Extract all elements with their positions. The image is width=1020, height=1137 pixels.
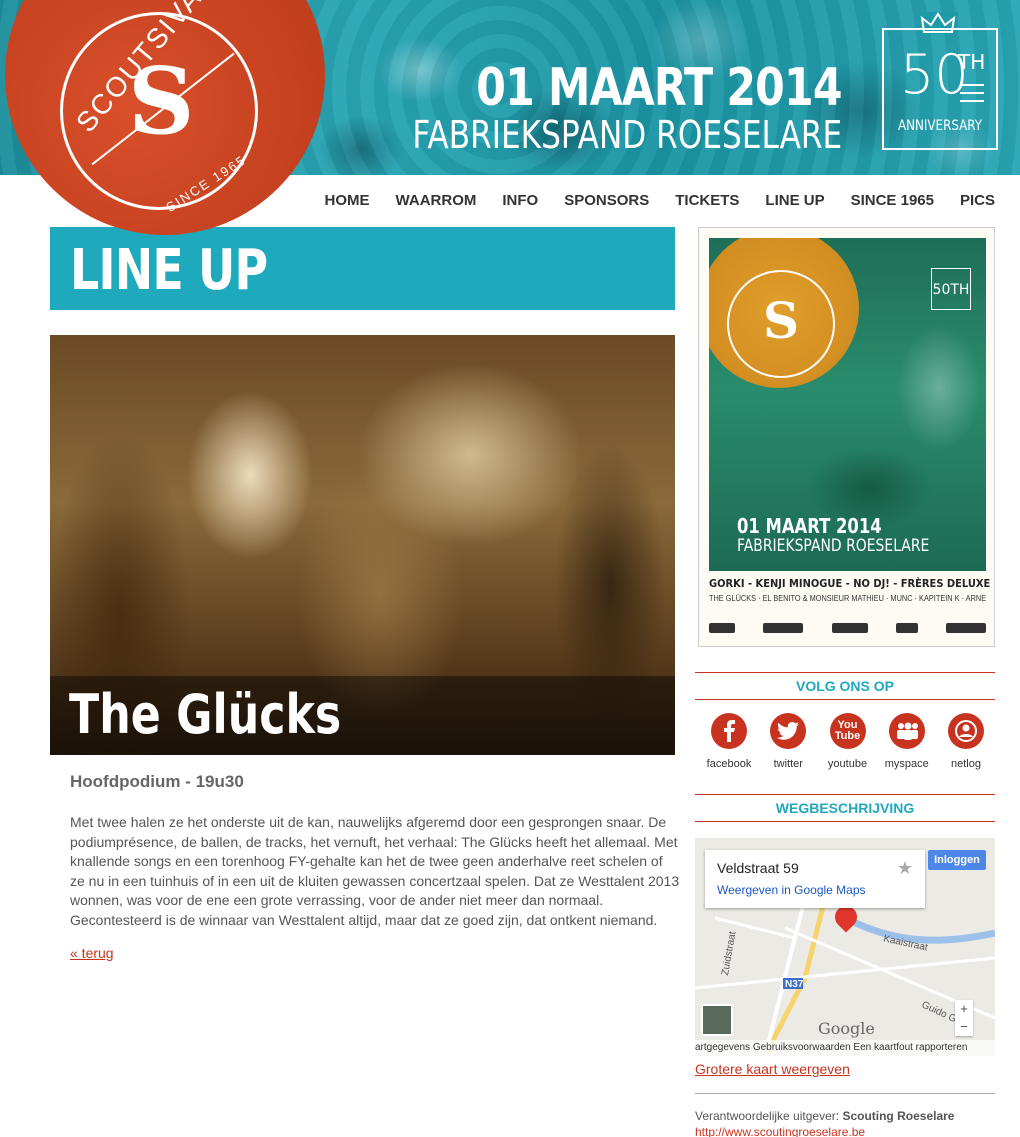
- band-description: Met twee halen ze het onderste uit de ka…: [70, 814, 680, 928]
- zoom-control[interactable]: + −: [955, 1000, 973, 1036]
- social-label: netlog: [951, 758, 981, 770]
- social-label: youtube: [827, 758, 868, 770]
- map-info-window: Veldstraat 59 Weergeven in Google Maps ★: [705, 850, 925, 908]
- publisher-label: Verantwoordelijke uitgever:: [695, 1109, 840, 1123]
- event-poster[interactable]: S 50TH 01 MAART 2014 FABRIEKSPAND ROESEL…: [698, 227, 995, 647]
- directions-heading: WEGBESCHRIJVING: [695, 794, 995, 822]
- star-icon[interactable]: ★: [897, 858, 913, 879]
- zoom-in-icon[interactable]: +: [955, 1000, 973, 1018]
- nav-since-1965[interactable]: SINCE 1965: [851, 192, 934, 209]
- anniversary-label: ANNIVERSARY: [897, 118, 983, 134]
- social-myspace[interactable]: myspace: [878, 713, 936, 770]
- social-twitter[interactable]: twitter: [759, 713, 817, 770]
- poster-venue: FABRIEKSPAND ROESELARE: [737, 536, 930, 556]
- twitter-icon: [770, 713, 807, 749]
- main-nav: HOME WAARROM INFO SPONSORS TICKETS LINE …: [299, 192, 995, 209]
- poster-image: S 50TH 01 MAART 2014 FABRIEKSPAND ROESEL…: [709, 238, 986, 571]
- nav-waarom[interactable]: WAARROM: [396, 192, 477, 209]
- social-netlog[interactable]: netlog: [937, 713, 995, 770]
- anniversary-lines: [960, 84, 984, 102]
- publisher-line: Verantwoordelijke uitgever: Scouting Roe…: [695, 1109, 954, 1123]
- follow-heading: VOLG ONS OP: [695, 672, 995, 700]
- event-date: 01 MAART 2014: [476, 58, 843, 118]
- back-link[interactable]: « terug: [70, 945, 114, 961]
- poster-lineup-main: GORKI - KENJI MINOGUE - NO DJ! - FRÈRES …: [709, 577, 991, 590]
- band-name: The Glücks: [69, 683, 342, 746]
- open-in-maps-link[interactable]: Weergeven in Google Maps: [717, 883, 866, 897]
- nav-tickets[interactable]: TICKETS: [675, 192, 739, 209]
- band-photo: The Glücks: [50, 335, 675, 755]
- band-caption: The Glücks: [50, 676, 675, 755]
- poster-sponsor-logos: [709, 623, 986, 637]
- page-title-bar: LINE UP: [50, 227, 675, 310]
- event-venue: FABRIEKSPAND ROESELARE: [412, 113, 842, 157]
- bigger-map-link[interactable]: Grotere kaart weergeven: [695, 1061, 850, 1077]
- sponsor-logo: [831, 623, 868, 633]
- nav-sponsors[interactable]: SPONSORS: [564, 192, 649, 209]
- social-youtube[interactable]: You Tube youtube: [819, 713, 877, 770]
- social-links: facebook twitter You Tube youtube myspace…: [700, 713, 995, 770]
- page-title: LINE UP: [70, 238, 268, 303]
- sponsor-logo: [763, 623, 804, 633]
- stage-time: Hoofdpodium - 19u30: [70, 772, 244, 791]
- anniversary-badge: 50 TH ANNIVERSARY: [882, 28, 998, 150]
- anniversary-suffix: TH: [958, 50, 986, 74]
- social-facebook[interactable]: facebook: [700, 713, 758, 770]
- publisher-url[interactable]: http://www.scoutingroeselare.be: [695, 1125, 865, 1137]
- facebook-icon: [711, 713, 747, 749]
- map-login-button[interactable]: Inloggen: [928, 850, 986, 870]
- social-label: twitter: [773, 758, 803, 770]
- map-address: Veldstraat 59: [717, 860, 799, 876]
- social-label: facebook: [706, 758, 752, 770]
- publisher-name: Scouting Roeselare: [842, 1109, 955, 1123]
- poster-logo-letter: S: [763, 291, 800, 350]
- sponsor-logo: [895, 623, 918, 633]
- google-map[interactable]: Zuidstraat Kaaistraat N37 Guido Ge Velds…: [695, 838, 995, 1056]
- map-footer[interactable]: artgegevens Gebruiksvoorwaarden Een kaar…: [695, 1040, 995, 1056]
- nav-info[interactable]: INFO: [502, 192, 538, 209]
- poster-lineup-sub: THE GLÜCKS · EL BENITO & MONSIEUR MATHIE…: [709, 594, 987, 603]
- sponsor-logo: [946, 623, 986, 633]
- street-label: N37: [785, 979, 804, 990]
- google-logo: Google: [818, 1019, 875, 1038]
- poster-date: 01 MAART 2014: [737, 514, 882, 538]
- footer-divider: [695, 1093, 995, 1094]
- nav-home[interactable]: HOME: [325, 192, 370, 209]
- nav-line-up[interactable]: LINE UP: [765, 192, 824, 209]
- sponsor-logo: [709, 623, 735, 633]
- nav-pics[interactable]: PICS: [960, 192, 995, 209]
- youtube-icon: You Tube: [829, 713, 866, 749]
- satellite-toggle[interactable]: [701, 1004, 733, 1036]
- social-label: myspace: [884, 758, 929, 770]
- myspace-icon: [888, 713, 925, 749]
- zoom-out-icon[interactable]: −: [955, 1018, 973, 1036]
- poster-anniversary: 50TH: [931, 268, 971, 310]
- netlog-icon: [948, 713, 984, 749]
